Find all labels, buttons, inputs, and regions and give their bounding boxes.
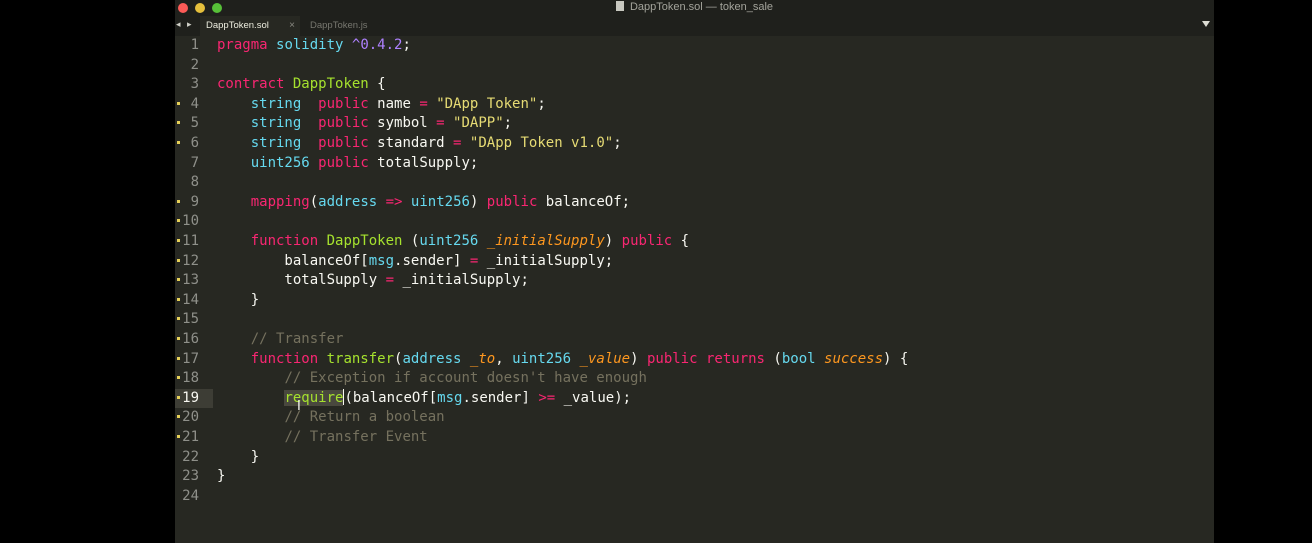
tab-close-icon[interactable]: × bbox=[289, 16, 295, 36]
code-line[interactable]: 22 } bbox=[175, 448, 1214, 468]
line-number: 7 bbox=[190, 154, 199, 171]
tab-navigation-arrows-icon[interactable]: ◂ ▸ bbox=[176, 19, 194, 30]
code-text[interactable]: // Transfer Event bbox=[217, 428, 427, 448]
code-line[interactable]: 1 pragma solidity ^0.4.2; bbox=[175, 36, 1214, 56]
line-number: 1 bbox=[190, 37, 199, 53]
code-line[interactable]: 10 bbox=[175, 212, 1214, 232]
code-line[interactable]: 24 bbox=[175, 487, 1214, 507]
line-number: 18 bbox=[182, 370, 199, 387]
document-icon bbox=[615, 1, 624, 11]
line-number: 23 bbox=[182, 468, 199, 485]
code-line[interactable]: 19 require(balanceOf[msg.sender] >= _val… bbox=[175, 388, 1214, 409]
code-line[interactable]: 6 string public standard = "DApp Token v… bbox=[175, 134, 1214, 154]
code-text[interactable]: // Return a boolean bbox=[217, 408, 444, 428]
code-editor[interactable]: 1 pragma solidity ^0.4.2; 2 3 contract DappT… bbox=[175, 36, 1214, 543]
title-bar: DappToken.sol — token_sale bbox=[175, 0, 1214, 16]
tab-dapptoken-js[interactable]: DappToken.js bbox=[303, 16, 393, 36]
line-number: 19 bbox=[182, 389, 199, 406]
window-title-text: DappToken.sol — token_sale bbox=[629, 1, 774, 13]
line-number: 11 bbox=[182, 233, 199, 249]
code-text[interactable]: } bbox=[217, 291, 259, 311]
code-line[interactable]: 16 // Transfer bbox=[175, 330, 1214, 350]
tab-dapptoken-sol[interactable]: DappToken.sol × bbox=[200, 16, 300, 36]
line-number: 15 bbox=[182, 311, 199, 328]
code-line[interactable]: 4 string public name = "DApp Token"; bbox=[175, 95, 1214, 115]
code-text[interactable]: mapping(address => uint256) public balan… bbox=[217, 193, 630, 213]
code-line[interactable]: 21 // Transfer Event bbox=[175, 428, 1214, 448]
code-line[interactable]: 15 bbox=[175, 310, 1214, 330]
line-number: 13 bbox=[182, 272, 199, 289]
tab-bar: ◂ ▸ DappToken.sol × DappToken.js bbox=[175, 16, 1214, 36]
code-line[interactable]: 20 // Return a boolean bbox=[175, 408, 1214, 428]
code-text[interactable]: // Exception if account doesn't have eno… bbox=[217, 369, 646, 389]
code-line[interactable]: 23} bbox=[175, 467, 1214, 487]
code-text[interactable]: } bbox=[217, 448, 259, 468]
text-cursor-icon: I bbox=[297, 399, 301, 414]
line-number: 9 bbox=[190, 193, 199, 210]
code-line[interactable]: 17 function transfer(address _to, uint25… bbox=[175, 350, 1214, 370]
line-number: 3 bbox=[190, 76, 199, 93]
code-line[interactable]: 7 uint256 public totalSupply; bbox=[175, 154, 1214, 174]
window-title: DappToken.sol — token_sale bbox=[175, 1, 1214, 13]
line-number: 12 bbox=[182, 252, 199, 269]
code-text[interactable]: totalSupply = _initialSupply; bbox=[217, 271, 528, 291]
code-line[interactable]: 18 // Exception if account doesn't have … bbox=[175, 369, 1214, 389]
tab-label: DappToken.js bbox=[310, 20, 368, 31]
code-line[interactable]: 2 bbox=[175, 56, 1214, 76]
code-line[interactable]: 11 function DappToken (uint256 _initialS… bbox=[175, 232, 1214, 252]
tab-label: DappToken.sol bbox=[206, 20, 269, 31]
code-line[interactable]: 13 totalSupply = _initialSupply; bbox=[175, 271, 1214, 291]
code-text[interactable]: uint256 public totalSupply; bbox=[217, 154, 479, 174]
line-number: 16 bbox=[182, 331, 199, 347]
code-text[interactable]: require(balanceOf[msg.sender] >= _value)… bbox=[217, 388, 631, 409]
line-number: 10 bbox=[182, 213, 199, 230]
code-text[interactable]: // Transfer bbox=[217, 330, 344, 350]
line-number: 17 bbox=[182, 350, 199, 367]
line-number: 8 bbox=[190, 174, 199, 191]
code-text[interactable]: string public standard = "DApp Token v1.… bbox=[217, 134, 622, 154]
line-number: 24 bbox=[182, 487, 199, 504]
code-line[interactable]: 14 } bbox=[175, 291, 1214, 311]
line-number: 6 bbox=[190, 135, 199, 151]
code-text[interactable]: } bbox=[217, 467, 225, 487]
code-line[interactable]: 12 balanceOf[msg.sender] = _initialSuppl… bbox=[175, 252, 1214, 272]
code-text[interactable]: pragma solidity ^0.4.2; bbox=[217, 36, 411, 56]
line-number: 22 bbox=[182, 448, 199, 465]
editor-window: DappToken.sol — token_sale ◂ ▸ DappToken… bbox=[175, 0, 1214, 543]
code-line[interactable]: 8 bbox=[175, 173, 1214, 193]
code-text[interactable]: contract DappToken { bbox=[217, 75, 386, 95]
code-line[interactable]: 5 string public symbol = "DAPP"; bbox=[175, 114, 1214, 134]
code-text[interactable]: string public symbol = "DAPP"; bbox=[217, 114, 512, 134]
code-text[interactable]: function DappToken (uint256 _initialSupp… bbox=[217, 232, 689, 252]
code-line[interactable]: 9 mapping(address => uint256) public bal… bbox=[175, 193, 1214, 213]
code-text[interactable]: string public name = "DApp Token"; bbox=[217, 95, 546, 115]
line-number: 20 bbox=[182, 409, 199, 426]
tab-overflow-chevron-down-icon[interactable] bbox=[1202, 21, 1210, 27]
line-number: 2 bbox=[190, 56, 199, 73]
code-line[interactable]: 3 contract DappToken { bbox=[175, 75, 1214, 95]
line-number: 4 bbox=[190, 95, 199, 112]
code-text[interactable]: function transfer(address _to, uint256 _… bbox=[217, 350, 909, 370]
code-text[interactable]: balanceOf[msg.sender] = _initialSupply; bbox=[217, 252, 613, 272]
line-number: 5 bbox=[190, 115, 199, 132]
line-number: 21 bbox=[182, 429, 199, 445]
line-number: 14 bbox=[182, 291, 199, 308]
